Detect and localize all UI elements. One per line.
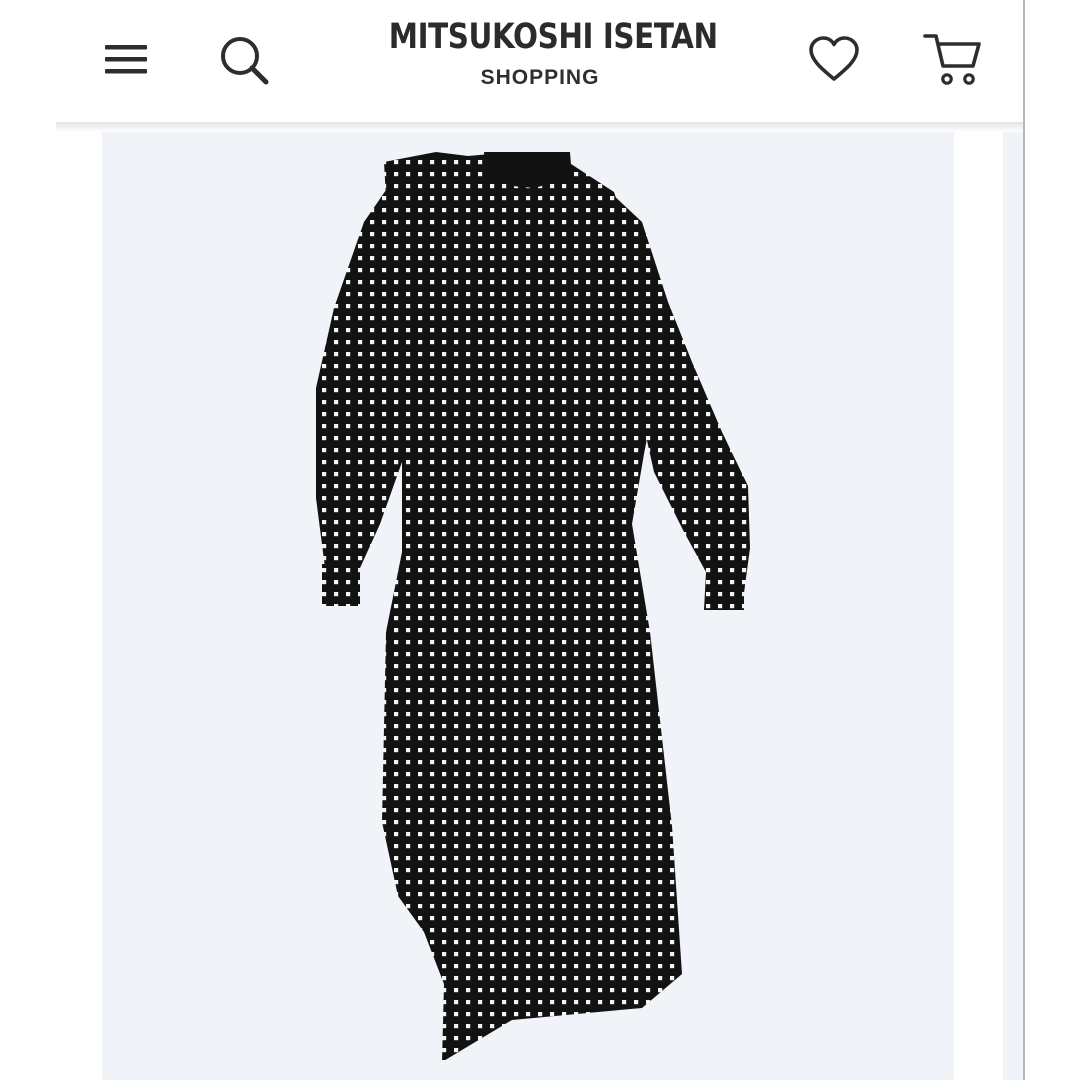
product-image-gallery[interactable] — [102, 132, 954, 1080]
dress-left-cuff — [322, 564, 360, 606]
page: MITSUKOSHI ISETAN SHOPPING — [0, 0, 1080, 1080]
app-header: MITSUKOSHI ISETAN SHOPPING — [0, 0, 1023, 124]
cart-icon — [923, 34, 981, 85]
dress-left-sleeve — [316, 190, 404, 606]
dress-right-cuff — [706, 564, 744, 610]
next-image-peek[interactable] — [1003, 132, 1023, 1080]
heart-icon — [809, 36, 859, 81]
viewport-edge — [1023, 0, 1025, 1080]
brand-name: MITSUKOSHI ISETAN — [388, 17, 718, 57]
hamburger-menu-icon — [105, 45, 147, 74]
menu-button[interactable] — [100, 35, 152, 83]
cart-button[interactable] — [920, 28, 986, 90]
wishlist-button[interactable] — [804, 30, 864, 88]
search-button[interactable] — [216, 32, 272, 88]
product-image[interactable] — [102, 132, 954, 1080]
header-shadow — [56, 122, 1024, 132]
brand-logo[interactable]: MITSUKOSHI ISETAN SHOPPING — [360, 14, 720, 90]
brand-subtitle: SHOPPING — [480, 66, 600, 89]
search-icon — [221, 37, 269, 85]
